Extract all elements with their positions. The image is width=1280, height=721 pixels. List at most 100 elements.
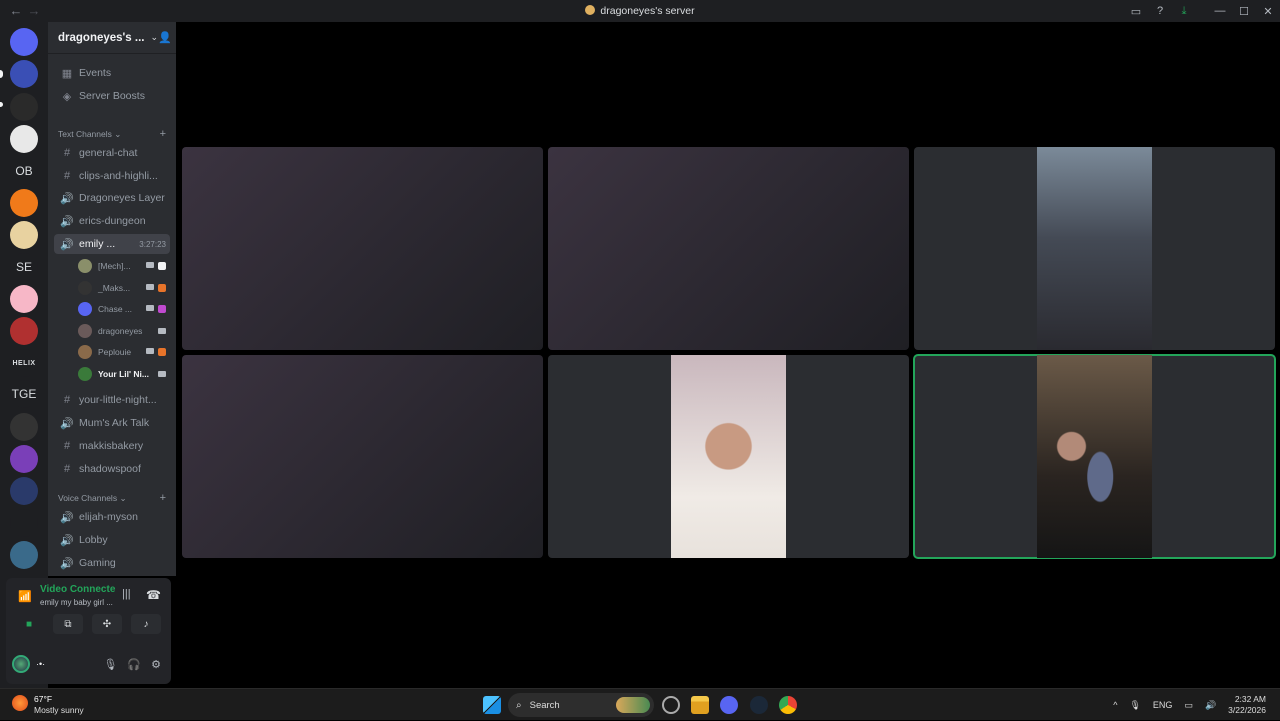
video-feed	[1037, 147, 1152, 350]
server-icon[interactable]	[10, 509, 38, 537]
server-boosts-item[interactable]: ◈ Server Boosts	[54, 86, 170, 106]
voice-participant[interactable]: Chase ...	[78, 299, 170, 319]
channel-item[interactable]: 🔊 Lobby	[54, 530, 170, 550]
server-icon[interactable]	[10, 541, 38, 569]
maximize-button[interactable]: ☐	[1232, 5, 1256, 18]
video-camera-icon	[158, 327, 166, 334]
voice-participant[interactable]: Peplouie	[78, 342, 170, 362]
video-tile-speaking[interactable]	[913, 354, 1276, 559]
volume-icon[interactable]: 🔊	[1205, 700, 1216, 711]
channel-item[interactable]: 🔊 Gaming	[54, 553, 170, 573]
channel-item[interactable]: 🔊 erics-dungeon	[54, 211, 170, 231]
download-icon[interactable]: ⤓	[1172, 5, 1196, 18]
video-feed	[1037, 355, 1152, 558]
video-tile[interactable]	[548, 147, 909, 350]
settings-gear-icon[interactable]: ⚙	[151, 658, 161, 671]
network-icon[interactable]: ▭	[1184, 700, 1193, 711]
taskbar-search[interactable]: ⌕ Search	[508, 693, 654, 717]
video-tile[interactable]	[182, 355, 543, 558]
avatar	[78, 302, 92, 316]
search-icon: ⌕	[516, 699, 522, 711]
minimize-button[interactable]: —	[1208, 5, 1232, 17]
video-tile[interactable]	[914, 147, 1275, 350]
active-voice-channel[interactable]: 🔊 emily ... 3:27:23	[54, 234, 170, 254]
clock[interactable]: 2:32 AM 3/22/2026	[1228, 694, 1266, 716]
server-icon[interactable]: TGE	[10, 380, 38, 408]
server-icon[interactable]: SE	[10, 253, 38, 281]
camera-button[interactable]: ■	[14, 614, 44, 634]
channel-item[interactable]: 🔊 Mum's Ark Talk	[54, 413, 170, 433]
noise-suppression-icon[interactable]: |||	[122, 588, 131, 600]
video-camera-icon	[158, 370, 166, 377]
channel-item[interactable]: # shadowspoof	[54, 459, 170, 479]
voice-participant[interactable]: Your Lil' Ni...	[78, 364, 170, 384]
signal-icon: 📶	[18, 591, 32, 603]
voice-channels-category[interactable]: Voice Channels ⌄ +	[54, 490, 170, 506]
channel-sidebar: dragoneyes's ... ⌄ 👤 ▦ Events ◈ Server Boo…	[48, 22, 176, 576]
server-icon[interactable]	[10, 189, 38, 217]
voice-participant[interactable]: dragoneyes	[78, 321, 170, 341]
file-explorer-icon[interactable]	[691, 696, 709, 714]
screen-share-button[interactable]: ⧉	[53, 614, 83, 634]
server-icon[interactable]	[10, 60, 38, 88]
weather-temp[interactable]: 67°F	[34, 694, 52, 704]
video-camera-icon	[146, 348, 154, 354]
headphones-icon[interactable]: 🎧	[127, 658, 141, 671]
hashtag-icon: #	[63, 394, 71, 406]
activities-button[interactable]: ✣	[92, 614, 122, 634]
server-icon[interactable]	[10, 413, 38, 441]
server-icon[interactable]: OB	[10, 157, 38, 185]
microphone-icon[interactable]: 🎙	[103, 658, 117, 671]
channel-item[interactable]: # general-chat	[54, 143, 170, 163]
search-highlight-image	[616, 697, 650, 713]
add-channel-icon[interactable]: +	[160, 492, 166, 504]
voice-participant[interactable]: [Mech]...	[78, 256, 170, 276]
events-item[interactable]: ▦ Events	[54, 63, 170, 83]
channel-item[interactable]: 🔊 Dragoneyes Layer	[54, 188, 170, 208]
discord-home-icon[interactable]	[10, 28, 38, 56]
text-channels-category[interactable]: Text Channels ⌄ +	[54, 126, 170, 142]
channel-item[interactable]: 🔊 elijah-myson	[54, 507, 170, 527]
chrome-icon[interactable]	[779, 696, 797, 714]
server-icon[interactable]	[10, 93, 38, 121]
inbox-icon[interactable]: ▭	[1124, 5, 1148, 18]
avatar[interactable]	[12, 655, 30, 673]
video-camera-icon	[146, 305, 154, 311]
steam-icon[interactable]	[750, 696, 768, 714]
copilot-icon[interactable]	[662, 696, 680, 714]
server-header[interactable]: dragoneyes's ... ⌄ 👤	[48, 22, 176, 54]
server-icon[interactable]	[10, 445, 38, 473]
disconnect-icon[interactable]: ☎	[146, 588, 161, 602]
discord-icon[interactable]	[720, 696, 738, 714]
video-tile[interactable]	[182, 147, 543, 350]
voice-channel-link[interactable]: emily my baby girl ...	[40, 598, 113, 607]
server-icon[interactable]	[10, 285, 38, 313]
microphone-icon[interactable]: 🎙	[1129, 700, 1140, 711]
language-indicator[interactable]: ENG	[1153, 700, 1173, 710]
server-icon[interactable]	[10, 477, 38, 505]
server-icon[interactable]	[10, 221, 38, 249]
channel-item[interactable]: # makkisbakery	[54, 436, 170, 456]
weather-condition[interactable]: Mostly sunny	[34, 705, 84, 715]
channel-item[interactable]: # clips-and-highli...	[54, 166, 170, 186]
voice-participant[interactable]: _Maks...	[78, 278, 170, 298]
voice-status[interactable]: Video Connecte	[40, 584, 115, 595]
help-icon[interactable]: ?	[1148, 5, 1172, 17]
server-icon[interactable]	[10, 317, 38, 345]
speaker-icon: 🔊	[60, 511, 74, 524]
weather-icon[interactable]	[12, 695, 28, 711]
channel-item[interactable]: # your-little-night...	[54, 390, 170, 410]
server-icon[interactable]	[10, 125, 38, 153]
video-tile[interactable]	[548, 355, 909, 558]
avatar	[78, 259, 92, 273]
close-button[interactable]: ✕	[1256, 5, 1280, 18]
server-icon[interactable]: HELIX	[10, 349, 38, 377]
server-name: dragoneyes's ...	[58, 31, 145, 44]
soundboard-button[interactable]: ♪	[131, 614, 161, 634]
invite-people-icon[interactable]: 👤	[158, 31, 172, 44]
start-button-icon[interactable]	[483, 696, 501, 714]
chevron-up-icon[interactable]: ^	[1113, 700, 1117, 710]
speaker-icon: 🔊	[60, 215, 74, 228]
add-channel-icon[interactable]: +	[160, 128, 166, 140]
activity-icon	[158, 283, 166, 292]
